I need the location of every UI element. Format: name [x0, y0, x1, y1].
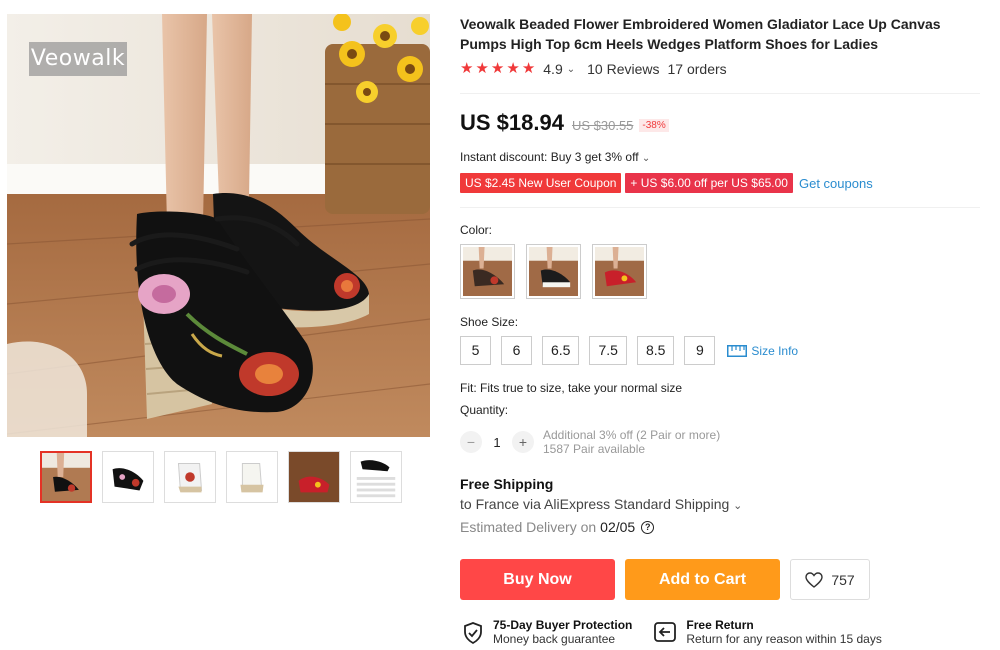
- star-icon: ★: [460, 60, 474, 77]
- reviews-link[interactable]: 10 Reviews: [587, 61, 659, 77]
- guarantee-subtitle: Money back guarantee: [493, 632, 616, 646]
- discount-badge: -38%: [639, 119, 669, 132]
- star-rating: ★ ★ ★ ★ ★: [460, 60, 535, 78]
- instant-discount[interactable]: Instant discount: Buy 3 get 3% off ⌄: [460, 150, 650, 164]
- chevron-down-icon[interactable]: ⌄: [567, 64, 575, 75]
- fit-note: Fit: Fits true to size, take your normal…: [460, 381, 683, 395]
- product-title: Veowalk Beaded Flower Embroidered Women …: [460, 16, 941, 52]
- star-icon: ★: [521, 60, 536, 77]
- size-info-label: Size Info: [751, 343, 799, 358]
- quantity-stepper: − 1 + Additional 3% off (2 Pair or more)…: [460, 428, 720, 456]
- image-thumbnails: [40, 451, 402, 503]
- main-product-image[interactable]: Veowalk: [7, 14, 430, 437]
- shield-check-icon: [464, 622, 482, 644]
- shipping-destination-text: to France via AliExpress Standard Shippi…: [460, 496, 730, 512]
- star-icon: ★: [475, 60, 489, 77]
- ruler-icon: [727, 344, 748, 357]
- size-option[interactable]: 8.5: [636, 336, 675, 365]
- return-icon: [654, 622, 677, 642]
- star-icon: ★: [506, 60, 520, 77]
- divider: [460, 93, 980, 94]
- quantity-value[interactable]: 1: [482, 435, 512, 450]
- action-buttons: Buy Now Add to Cart 757: [460, 559, 870, 600]
- color-label: Color:: [460, 223, 493, 237]
- get-coupons-link[interactable]: Get coupons: [799, 176, 873, 191]
- guarantee-title: Free Return: [686, 618, 754, 632]
- coupon-row: US $2.45 New User Coupon + US $6.00 off …: [460, 173, 873, 193]
- size-label: Shoe Size:: [460, 315, 519, 329]
- divider: [460, 207, 980, 208]
- estimated-delivery: Estimated Delivery on 02/05 ?: [460, 519, 655, 535]
- help-icon[interactable]: ?: [641, 520, 655, 534]
- quantity-notes: Additional 3% off (2 Pair or more) 1587 …: [543, 428, 720, 456]
- thumbnail-3[interactable]: [164, 451, 216, 503]
- quantity-label: Quantity:: [460, 403, 509, 417]
- heart-icon: [805, 571, 824, 588]
- thumbnail-1[interactable]: [40, 451, 92, 503]
- guarantee-title: 75-Day Buyer Protection: [493, 618, 633, 632]
- color-option-1[interactable]: [460, 244, 515, 299]
- size-option[interactable]: 6: [501, 336, 532, 365]
- rating-row: ★ ★ ★ ★ ★ 4.9 ⌄ 10 Reviews 17 orders: [460, 60, 727, 78]
- size-option[interactable]: 9: [684, 336, 716, 365]
- thumbnail-2[interactable]: [102, 451, 154, 503]
- orders-count: 17 orders: [667, 61, 727, 77]
- original-price: US $30.55: [571, 118, 634, 133]
- thumbnail-6[interactable]: [350, 451, 402, 503]
- wishlist-count: 757: [831, 571, 855, 588]
- quantity-decrease-button[interactable]: −: [460, 431, 482, 453]
- thumbnail-4[interactable]: [226, 451, 278, 503]
- stock-available: 1587 Pair available: [543, 442, 646, 456]
- size-info-link[interactable]: Size Info: [727, 344, 798, 358]
- rating-value[interactable]: 4.9: [543, 61, 562, 77]
- free-return[interactable]: Free Return Return for any reason within…: [654, 618, 882, 646]
- price-row: US $18.94 US $30.55 -38%: [460, 110, 669, 136]
- size-options: 5 6 6.5 7.5 8.5 9 Size Info: [460, 336, 798, 365]
- size-option[interactable]: 6.5: [542, 336, 580, 365]
- color-option-2[interactable]: [526, 244, 581, 299]
- guarantee-subtitle: Return for any reason within 15 days: [686, 632, 882, 646]
- shipping-destination[interactable]: to France via AliExpress Standard Shippi…: [460, 496, 742, 512]
- thumbnail-5[interactable]: [288, 451, 340, 503]
- buy-now-button[interactable]: Buy Now: [460, 559, 615, 600]
- brand-watermark: Veowalk: [29, 42, 127, 76]
- shipping-title: Free Shipping: [460, 476, 554, 492]
- store-coupon[interactable]: + US $6.00 off per US $65.00: [625, 173, 793, 193]
- chevron-down-icon: ⌄: [641, 153, 651, 164]
- size-option[interactable]: 7.5: [589, 336, 627, 365]
- bulk-discount-note: Additional 3% off (2 Pair or more): [543, 428, 721, 442]
- guarantees: 75-Day Buyer Protection Money back guara…: [463, 618, 882, 646]
- buyer-protection[interactable]: 75-Day Buyer Protection Money back guara…: [463, 618, 632, 646]
- chevron-down-icon: ⌄: [733, 500, 743, 512]
- quantity-increase-button[interactable]: +: [512, 431, 534, 453]
- estimated-delivery-label: Estimated Delivery on: [460, 519, 597, 535]
- product-photo: [7, 14, 430, 437]
- color-option-3[interactable]: [592, 244, 647, 299]
- size-option[interactable]: 5: [460, 336, 491, 365]
- wishlist-button[interactable]: 757: [790, 559, 870, 600]
- color-options: [460, 244, 647, 299]
- new-user-coupon[interactable]: US $2.45 New User Coupon: [460, 173, 622, 193]
- add-to-cart-button[interactable]: Add to Cart: [625, 559, 780, 600]
- current-price: US $18.94: [460, 110, 564, 135]
- instant-discount-text: Instant discount: Buy 3 get 3% off: [460, 150, 639, 164]
- estimated-delivery-date: 02/05: [600, 519, 636, 535]
- star-icon: ★: [490, 60, 505, 77]
